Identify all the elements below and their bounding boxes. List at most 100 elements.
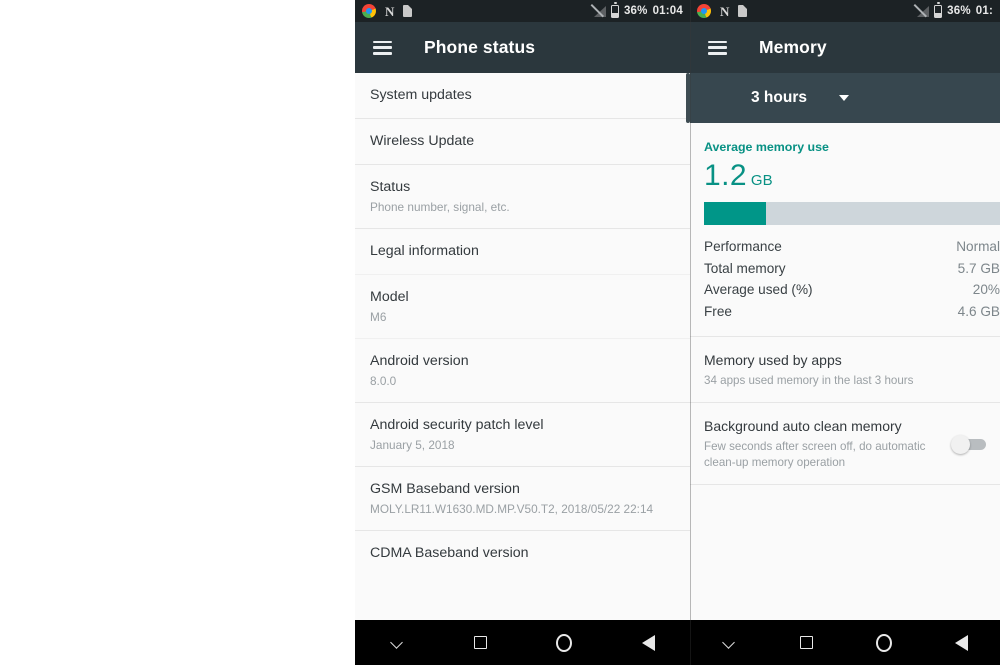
signal-off-icon: [590, 4, 606, 18]
stat-value: 4.6 GB: [957, 303, 1000, 319]
list-item-title: Model: [370, 289, 409, 305]
list-item-subtitle: 8.0.0: [370, 374, 397, 388]
stat-value: Normal: [956, 239, 1000, 254]
average-memory-unit: GB: [750, 172, 773, 189]
list-item-title: GSM Baseband version: [370, 481, 520, 497]
nfc-n-icon: N: [720, 3, 730, 19]
nav-hide-keyboard-button[interactable]: [377, 620, 417, 665]
list-item-status[interactable]: Status Phone number, signal, etc.: [355, 165, 690, 228]
list-item-subtitle: M6: [370, 310, 387, 324]
panel-separator: [690, 0, 691, 665]
nav-back-button[interactable]: [941, 620, 981, 665]
average-memory-block: Average memory use 1.2 GB: [690, 123, 1000, 193]
clock-left: 01:04: [652, 5, 683, 17]
list-item-title: Wireless Update: [370, 133, 475, 149]
section-title: Memory used by apps: [704, 352, 842, 368]
clock-right: 01:: [975, 5, 993, 17]
stat-value: 20%: [972, 282, 1000, 297]
phone-screen-memory: N 36% 01: Memory 3 hours Average memory …: [690, 0, 1000, 665]
list-item-wireless-update[interactable]: Wireless Update: [355, 119, 690, 164]
list-item-title: Status: [370, 179, 411, 195]
nav-home-button[interactable]: [864, 620, 904, 665]
section-text: Background auto clean memory Few seconds…: [704, 417, 945, 471]
home-circle-icon: [556, 633, 573, 652]
home-circle-icon: [875, 633, 892, 652]
stat-label: Total memory: [704, 260, 786, 276]
stat-row-performance: Performance Normal: [704, 236, 1000, 258]
stat-row-total-memory: Total memory 5.7 GB: [704, 258, 1000, 280]
memory-usage-bar: [704, 202, 1000, 225]
list-item-gsm-baseband-version[interactable]: GSM Baseband version MOLY.LR11.W1630.MD.…: [355, 467, 690, 530]
list-item-title: System updates: [370, 87, 472, 103]
navigation-bar-left: [355, 620, 690, 665]
list-item-subtitle: MOLY.LR11.W1630.MD.MP.V50.T2, 2018/05/22…: [370, 502, 654, 516]
status-bar-left-icons: N: [697, 3, 748, 19]
recents-square-icon: [799, 636, 813, 649]
chevron-down-icon: [723, 637, 734, 648]
list-item-title: CDMA Baseband version: [370, 545, 529, 561]
list-item-subtitle: Phone number, signal, etc.: [370, 200, 510, 214]
nav-back-button[interactable]: [628, 620, 668, 665]
chrome-icon: [697, 4, 711, 18]
list-item-title: Android security patch level: [370, 417, 544, 433]
divider: [690, 484, 1000, 485]
nav-home-button[interactable]: [544, 620, 584, 665]
list-item-legal-information[interactable]: Legal information: [355, 229, 690, 274]
document-icon: [403, 5, 413, 17]
list-item-title: Legal information: [370, 243, 479, 259]
battery-percent-left: 36%: [623, 5, 648, 17]
recents-square-icon: [474, 636, 488, 649]
section-subtitle: Few seconds after screen off, do automat…: [704, 440, 926, 469]
status-bar-left-icons: N: [362, 3, 413, 19]
stat-label: Free: [704, 303, 732, 319]
battery-icon: [934, 2, 943, 18]
memory-stats-table: Performance Normal Total memory 5.7 GB A…: [690, 236, 1000, 322]
list-item-android-version[interactable]: Android version 8.0.0: [355, 339, 690, 402]
phone-screen-phone-status: N 36% 01:04 Phone status System updates: [355, 0, 690, 665]
average-memory-value: 1.2: [704, 159, 747, 192]
section-background-auto-clean-memory[interactable]: Background auto clean memory Few seconds…: [690, 403, 1000, 484]
nfc-n-icon: N: [385, 3, 395, 19]
toggle-knob: [951, 434, 970, 454]
section-memory-used-by-apps[interactable]: Memory used by apps 34 apps used memory …: [690, 337, 1000, 402]
time-range-dropdown[interactable]: 3 hours: [690, 73, 1000, 123]
page-title-phone-status: Phone status: [424, 37, 536, 57]
status-bar-right: N 36% 01:: [690, 0, 1000, 22]
list-item-android-security-patch-level[interactable]: Android security patch level January 5, …: [355, 403, 690, 466]
toolbar-memory: Memory: [690, 22, 1000, 73]
signal-off-icon: [914, 4, 930, 18]
screenshot-stage: N 36% 01:04 Phone status System updates: [0, 0, 1000, 665]
battery-percent-right: 36%: [947, 5, 971, 17]
stat-value: 5.7 GB: [957, 260, 1000, 276]
nav-recents-button[interactable]: [461, 620, 501, 665]
back-triangle-icon: [641, 634, 655, 651]
auto-clean-toggle[interactable]: [951, 434, 986, 454]
section-subtitle: 34 apps used memory in the last 3 hours: [704, 374, 914, 387]
chevron-down-icon: [391, 637, 402, 648]
chevron-down-icon: [838, 95, 849, 101]
back-triangle-icon: [954, 634, 968, 651]
stat-label: Average used (%): [704, 282, 813, 297]
chrome-icon: [362, 4, 376, 18]
status-bar-right-icons: 36% 01:: [914, 0, 993, 22]
hamburger-menu-icon[interactable]: [708, 40, 727, 55]
status-bar-right-icons: 36% 01:04: [590, 0, 683, 22]
stat-row-free: Free 4.6 GB: [704, 301, 1000, 323]
time-range-label: 3 hours: [751, 89, 807, 106]
list-item-model[interactable]: Model M6: [355, 275, 690, 338]
memory-usage-bar-fill: [704, 202, 766, 225]
status-bar-left: N 36% 01:04: [355, 0, 690, 22]
list-item-cdma-baseband-version[interactable]: CDMA Baseband version: [355, 531, 690, 576]
average-memory-value-group: 1.2 GB: [704, 159, 1000, 193]
phone-status-list: System updates Wireless Update Status Ph…: [355, 73, 690, 665]
nav-hide-keyboard-button[interactable]: [709, 620, 749, 665]
page-title-memory: Memory: [759, 37, 827, 57]
average-memory-label: Average memory use: [704, 140, 829, 154]
nav-recents-button[interactable]: [786, 620, 826, 665]
list-item-title: Android version: [370, 353, 469, 369]
stat-label: Performance: [704, 239, 782, 254]
list-item-system-updates[interactable]: System updates: [355, 73, 690, 118]
hamburger-menu-icon[interactable]: [373, 40, 392, 55]
memory-content: Average memory use 1.2 GB Performance Nor…: [690, 123, 1000, 665]
list-item-subtitle: January 5, 2018: [370, 438, 455, 452]
